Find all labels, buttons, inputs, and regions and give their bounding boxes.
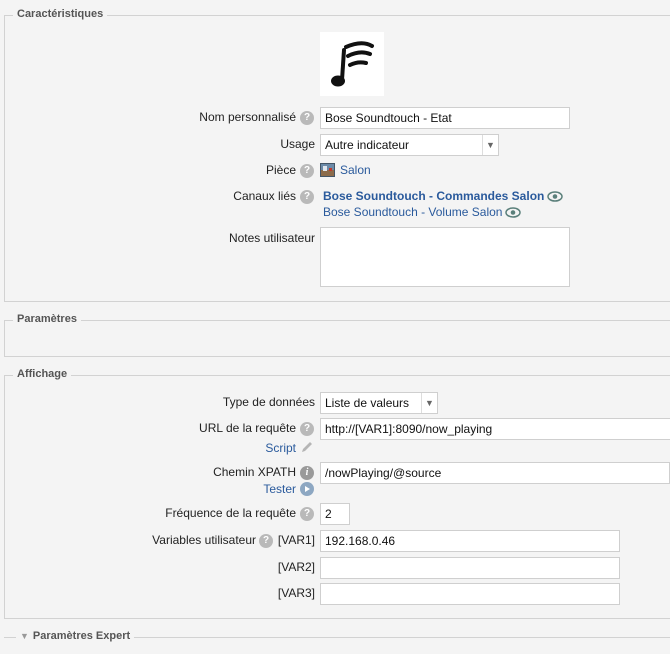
usage-label: Usage (280, 137, 315, 151)
xpath-field[interactable]: /nowPlaying/@source (320, 462, 670, 484)
linked-channel-link[interactable]: Bose Soundtouch - Volume Salon (323, 205, 522, 219)
music-note-signal-icon (331, 41, 374, 87)
var2-label: [VAR2] (277, 560, 315, 574)
help-icon[interactable]: ? (300, 507, 314, 521)
play-icon[interactable] (300, 482, 314, 496)
usage-select[interactable]: Autre indicateur ▼ (320, 134, 499, 156)
data-type-label: Type de données (222, 395, 315, 409)
notes-textarea[interactable] (320, 227, 570, 287)
url-label: URL de la requête (199, 421, 296, 435)
data-type-value: Liste de valeurs (325, 396, 410, 410)
parameters-legend: Paramètres (13, 313, 81, 325)
var1-label: [VAR1] (277, 533, 315, 547)
parameters-fieldset: Paramètres (4, 313, 670, 357)
device-icon (320, 32, 384, 96)
linked-channel-label: Bose Soundtouch - Commandes Salon (323, 189, 545, 203)
room-link[interactable]: Salon (340, 163, 371, 177)
expert-legend: Paramètres Expert (32, 630, 131, 642)
linked-channel-link[interactable]: Bose Soundtouch - Commandes Salon (323, 189, 564, 203)
help-icon[interactable]: ? (300, 422, 314, 436)
room-icon (320, 163, 335, 177)
pencil-icon[interactable] (300, 440, 314, 454)
expert-section-toggle[interactable]: ▼ Paramètres Expert (16, 630, 135, 642)
chevron-down-icon: ▼ (482, 135, 498, 155)
eye-icon[interactable] (505, 207, 522, 218)
notes-label: Notes utilisateur (228, 231, 315, 245)
chevron-down-icon: ▼ (421, 393, 437, 413)
frequency-field[interactable]: 2 (320, 503, 350, 525)
room-label: Pièce (265, 163, 296, 177)
url-field[interactable]: http://[VAR1]:8090/now_playing (320, 418, 670, 440)
frequency-label: Fréquence de la requête (165, 506, 296, 520)
name-label: Nom personnalisé (199, 110, 296, 124)
chevron-down-icon: ▼ (20, 631, 29, 641)
user-variables-label: Variables utilisateur (152, 533, 256, 547)
room-photo-icon (321, 166, 334, 176)
linked-channels-label: Canaux liés (233, 189, 296, 203)
script-link[interactable]: Script (265, 441, 296, 455)
name-field[interactable]: Bose Soundtouch - Etat (320, 107, 570, 129)
info-icon[interactable]: i (300, 466, 314, 480)
eye-icon[interactable] (547, 191, 564, 202)
characteristics-legend: Caractéristiques (13, 8, 108, 20)
help-icon[interactable]: ? (259, 534, 273, 548)
linked-channel-label: Bose Soundtouch - Volume Salon (323, 205, 503, 219)
var3-label: [VAR3] (277, 586, 315, 600)
usage-value: Autre indicateur (325, 138, 410, 152)
display-legend: Affichage (13, 368, 72, 380)
help-icon[interactable]: ? (300, 164, 314, 178)
data-type-select[interactable]: Liste de valeurs ▼ (320, 392, 438, 414)
test-link[interactable]: Tester (263, 482, 296, 496)
help-icon[interactable]: ? (300, 190, 314, 204)
var2-field[interactable] (320, 557, 620, 579)
var3-field[interactable] (320, 583, 620, 605)
help-icon[interactable]: ? (300, 111, 314, 125)
xpath-label: Chemin XPATH (213, 465, 296, 479)
var1-field[interactable]: 192.168.0.46 (320, 530, 620, 552)
